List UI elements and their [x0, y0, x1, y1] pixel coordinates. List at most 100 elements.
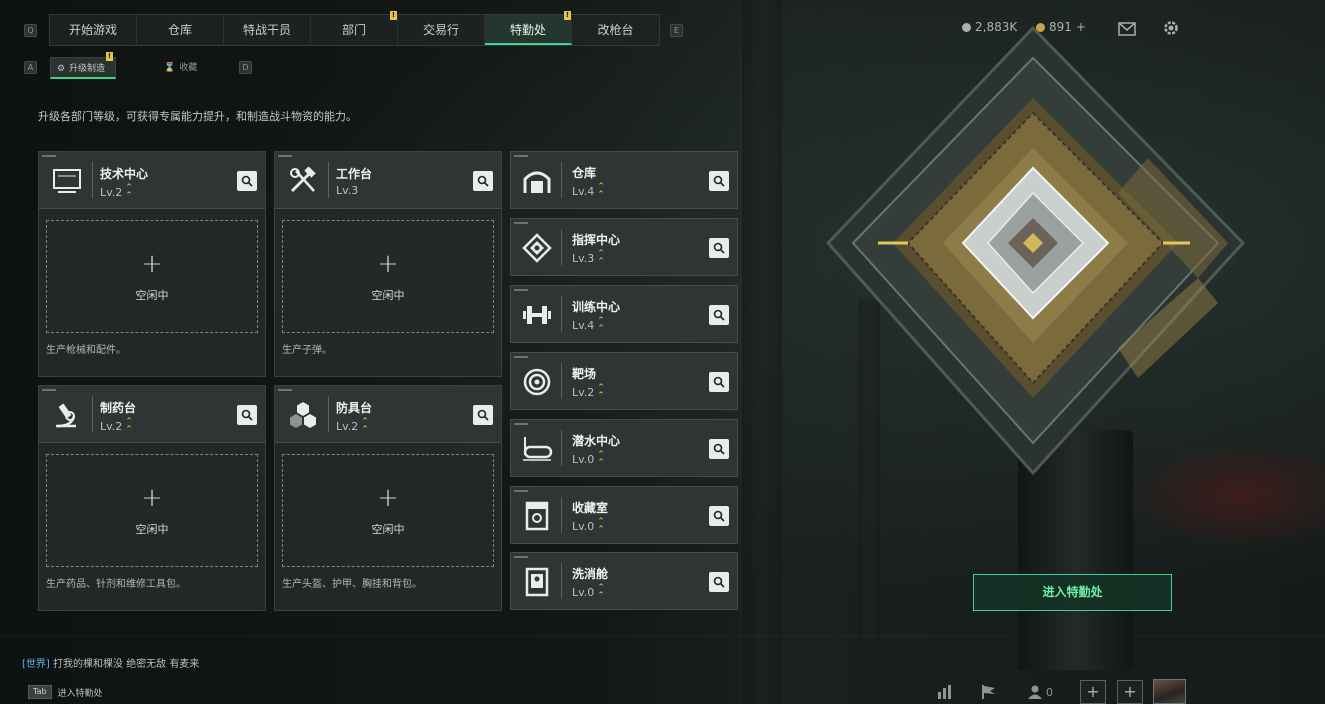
dept-card-warehouse[interactable]: 仓库 Lv.4 ⌃ ⌃ — [510, 151, 738, 209]
notification-badge: ! — [106, 52, 114, 61]
dept-level: Lv.0 ⌃ ⌃ — [572, 450, 605, 468]
page-description: 升级各部门等级，可获得专属能力提升，和制造战斗物资的能力。 — [38, 110, 357, 123]
dept-title: 潜水中心 — [572, 434, 621, 448]
level-up-arrows-icon: ⌃ ⌃ — [597, 583, 604, 601]
subtab-collection[interactable]: ⌛ 收藏 — [164, 57, 197, 79]
dept-level: Lv.3 ⌃ ⌃ — [572, 249, 605, 267]
dept-card-collection-room[interactable]: 收藏室 Lv.0 ⌃ ⌃ — [510, 486, 738, 544]
slot-status: 空闲中 — [135, 523, 169, 536]
subnav-prev-key-hint[interactable]: A — [24, 61, 37, 74]
search-icon — [241, 175, 253, 187]
dept-card-decon-chamber[interactable]: 洗消舱 Lv.0 ⌃ ⌃ — [510, 552, 738, 610]
tools-icon — [283, 162, 323, 200]
microscope-icon — [47, 396, 87, 434]
player-avatar[interactable] — [1153, 679, 1186, 704]
inspect-button[interactable] — [709, 439, 729, 459]
currency-amount: 2,883K — [975, 20, 1018, 34]
inspect-button[interactable] — [473, 171, 493, 191]
level-up-arrows-icon: ⌃ ⌃ — [597, 383, 604, 401]
mail-icon[interactable] — [1118, 22, 1136, 36]
tab-department[interactable]: 部门 ! — [311, 11, 398, 45]
add-coupon-button[interactable]: + — [1076, 20, 1086, 34]
tab-trading[interactable]: 交易行 — [398, 15, 485, 45]
production-description: 生产药品、针剂和维修工具包。 — [46, 579, 186, 590]
nav-prev-key-hint[interactable]: Q — [24, 24, 37, 37]
dept-level: Lv.2 ⌃ ⌃ — [572, 383, 605, 401]
dept-card-diving-center[interactable]: 潜水中心 Lv.0 ⌃ ⌃ — [510, 419, 738, 477]
dept-title: 工作台 — [336, 167, 373, 181]
invite-slot-button[interactable]: + — [1117, 680, 1143, 704]
tab-start-game[interactable]: 开始游戏 — [50, 15, 137, 45]
chat-sender: 打我的棵和棵没 — [53, 659, 123, 670]
dept-card-tech-center[interactable]: 技术中心 Lv.2 ⌃ ⌃ + 空闲中 生产枪械和配件。 — [38, 151, 266, 377]
stats-icon[interactable] — [936, 684, 954, 700]
dept-level: Lv.4 ⌃ ⌃ — [572, 182, 605, 200]
coupon-display[interactable]: 891 + — [1036, 20, 1086, 34]
inspect-button[interactable] — [237, 405, 257, 425]
inspect-button[interactable] — [237, 171, 257, 191]
dept-level: Lv.4 ⌃ ⌃ — [572, 316, 605, 334]
command-chip-icon — [517, 229, 557, 267]
inspect-button[interactable] — [473, 405, 493, 425]
tab-operators[interactable]: 特战干员 — [224, 15, 311, 45]
dept-level: Lv.2 ⌃ ⌃ — [100, 183, 133, 201]
search-icon — [713, 242, 725, 254]
search-icon — [713, 443, 725, 455]
add-production-icon: + — [141, 483, 163, 513]
dept-card-shooting-range[interactable]: 靶场 Lv.2 ⌃ ⌃ — [510, 352, 738, 410]
production-description: 生产头盔、护甲、胸挂和背包。 — [282, 579, 422, 590]
level-up-arrows-icon: ⌃ ⌃ — [125, 183, 132, 201]
tab-special-ops[interactable]: 特勤处 ! — [485, 11, 572, 45]
subnav-next-key-hint[interactable]: D — [239, 61, 252, 74]
gear-icon[interactable] — [1162, 19, 1180, 37]
dept-level: Lv.0 ⌃ ⌃ — [572, 583, 605, 601]
notification-badge: ! — [564, 11, 571, 20]
dept-title: 制药台 — [100, 401, 137, 415]
garage-icon — [517, 162, 557, 200]
inspect-button[interactable] — [709, 238, 729, 258]
subtab-upgrade-craft[interactable]: ⚙ 升级制造 ! — [50, 52, 117, 79]
production-slot[interactable]: + 空闲中 — [282, 220, 494, 333]
friends-count: 0 — [1046, 686, 1053, 699]
add-production-icon: + — [377, 483, 399, 513]
inspect-button[interactable] — [709, 572, 729, 592]
notification-badge: ! — [390, 11, 397, 20]
level-up-arrows-icon: ⌃ ⌃ — [597, 450, 604, 468]
inspect-button[interactable] — [709, 506, 729, 526]
search-icon — [477, 175, 489, 187]
flag-icon[interactable] — [980, 684, 998, 700]
world-chat-line[interactable]: [世界] 打我的棵和棵没 绝密无敌 有麦来 — [22, 655, 199, 670]
enter-special-ops-button[interactable]: 进入特勤处 — [973, 574, 1172, 611]
friends-icon[interactable] — [1027, 684, 1043, 700]
level-up-arrows-icon: ⌃ ⌃ — [597, 517, 604, 535]
chat-channel: [世界] — [22, 659, 50, 670]
tab-gunsmith[interactable]: 改枪台 — [572, 15, 659, 45]
dept-card-training-center[interactable]: 训练中心 Lv.4 ⌃ ⌃ — [510, 285, 738, 343]
level-up-arrows-icon: ⌃ ⌃ — [597, 249, 604, 267]
dept-title: 指挥中心 — [572, 233, 621, 247]
inspect-button[interactable] — [709, 372, 729, 392]
inspect-button[interactable] — [709, 171, 729, 191]
nav-next-key-hint[interactable]: E — [670, 24, 683, 37]
search-icon — [241, 409, 253, 421]
tab-warehouse[interactable]: 仓库 — [137, 15, 224, 45]
production-slot[interactable]: + 空闲中 — [46, 454, 258, 567]
tab-hint[interactable]: Tab 进入特勤处 — [28, 685, 103, 699]
add-production-icon: + — [377, 249, 399, 279]
dept-title: 洗消舱 — [572, 567, 609, 581]
dept-card-command-center[interactable]: 指挥中心 Lv.3 ⌃ ⌃ — [510, 218, 738, 276]
dept-card-armor-bench[interactable]: 防具台 Lv.2 ⌃ ⌃ + 空闲中 生产头盔、护甲、胸挂和背包。 — [274, 385, 502, 611]
slot-status: 空闲中 — [371, 523, 405, 536]
inspect-button[interactable] — [709, 305, 729, 325]
dept-level: Lv.0 ⌃ ⌃ — [572, 517, 605, 535]
production-slot[interactable]: + 空闲中 — [282, 454, 494, 567]
dept-level: Lv.2 ⌃ ⌃ — [100, 417, 133, 435]
dept-level: Lv.2 ⌃ ⌃ — [336, 417, 369, 435]
dept-card-pharmacy[interactable]: 制药台 Lv.2 ⌃ ⌃ + 空闲中 生产药品、针剂和维修工具包。 — [38, 385, 266, 611]
invite-slot-button[interactable]: + — [1080, 680, 1106, 704]
search-icon — [477, 409, 489, 421]
production-slot[interactable]: + 空闲中 — [46, 220, 258, 333]
dept-title: 训练中心 — [572, 300, 621, 314]
dept-card-workbench[interactable]: 工作台 Lv.3 + 空闲中 生产子弹。 — [274, 151, 502, 377]
coupon-amount: 891 — [1049, 20, 1072, 34]
